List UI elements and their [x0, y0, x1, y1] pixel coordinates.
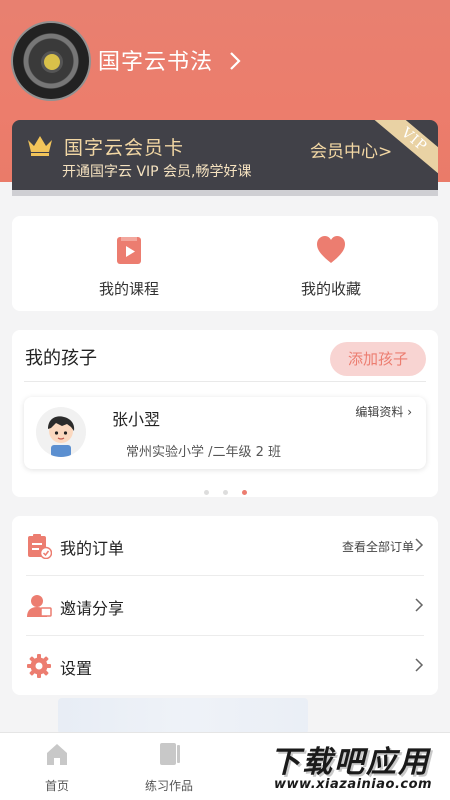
my-favorites-label: 我的收藏: [300, 280, 361, 298]
boy-avatar-icon: [36, 407, 86, 457]
divider: [24, 381, 426, 382]
menu-card: 我的订单 查看全部订单 邀请分享 设置: [12, 516, 438, 695]
chevron-right-icon: [415, 538, 424, 552]
menu-item-settings[interactable]: 设置: [12, 636, 438, 695]
chevron-right-icon: [415, 598, 424, 612]
child-avatar: [36, 407, 86, 457]
menu-item-settings-label: 设置: [60, 659, 93, 678]
invite-icon: [27, 595, 52, 617]
menu-item-orders-label: 我的订单: [60, 539, 125, 558]
quick-actions-card: 我的课程 我的收藏: [12, 216, 438, 311]
menu-item-invite[interactable]: 邀请分享: [12, 576, 438, 635]
add-child-button[interactable]: 添加孩子: [330, 342, 426, 376]
tab-practice[interactable]: 练习作品: [124, 741, 214, 794]
tab-home-label: 首页: [44, 779, 69, 793]
tab-home[interactable]: 首页: [12, 741, 102, 794]
edit-profile-link[interactable]: 编辑资料 ›: [355, 403, 412, 420]
background-illustration: [58, 698, 308, 734]
gear-icon: [27, 654, 51, 678]
heart-icon: [317, 236, 345, 263]
carousel-dot-active: [241, 490, 247, 495]
my-favorites-button[interactable]: 我的收藏: [256, 234, 406, 299]
menu-item-invite-label: 邀请分享: [60, 599, 125, 618]
vip-card[interactable]: 国字云会员卡 开通国字云 VIP 会员,畅学好课 会员中心> VIP: [12, 120, 438, 190]
practice-icon: [160, 743, 180, 765]
tab-practice-label: 练习作品: [144, 779, 193, 793]
vip-card-shadow: [12, 190, 438, 196]
child-card[interactable]: 张小翌 常州实验小学 /二年级 2 班 编辑资料 ›: [24, 397, 426, 469]
profile-name[interactable]: 国字云书法: [98, 44, 213, 76]
chevron-right-icon[interactable]: [228, 50, 242, 72]
my-courses-button[interactable]: 我的课程: [54, 234, 204, 299]
menu-item-orders[interactable]: 我的订单 查看全部订单: [12, 516, 438, 575]
crown-icon: [28, 136, 52, 156]
carousel-dot: [222, 490, 228, 495]
child-school: 常州实验小学 /二年级 2 班: [126, 445, 282, 460]
home-icon: [47, 744, 67, 765]
watermark-url: www.xiazainiao.com: [274, 777, 433, 792]
order-icon: [28, 534, 52, 559]
watermark-title: 下载吧应用: [270, 745, 430, 780]
chevron-right-icon: [415, 658, 424, 672]
my-children-title: 我的孩子: [25, 348, 97, 369]
avatar-wheel-hub: [41, 51, 63, 73]
vip-title: 国字云会员卡: [64, 137, 185, 159]
carousel-indicator: [12, 480, 438, 499]
user-avatar[interactable]: [11, 21, 91, 101]
view-all-orders-link[interactable]: 查看全部订单: [342, 538, 414, 555]
course-icon: [117, 237, 141, 264]
child-name: 张小翌: [112, 410, 161, 429]
my-courses-label: 我的课程: [98, 280, 159, 298]
my-children-card: 我的孩子 添加孩子 张小翌 常州实验小学 /二年级 2 班 编辑资料 ›: [12, 330, 438, 497]
vip-center-link[interactable]: 会员中心>: [310, 137, 392, 162]
vip-subtitle: 开通国字云 VIP 会员,畅学好课: [62, 164, 252, 180]
carousel-dot: [203, 490, 209, 495]
site-watermark: 下载吧应用 www.xiazainiao.com: [262, 733, 450, 800]
